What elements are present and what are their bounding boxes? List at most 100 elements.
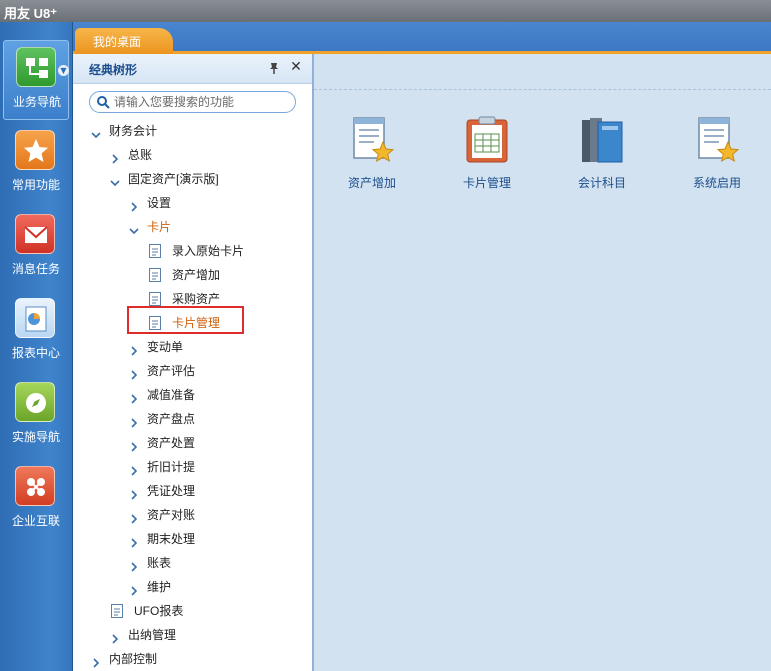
report-chart-icon <box>15 298 55 338</box>
divider <box>314 89 771 90</box>
pin-icon[interactable] <box>267 61 281 75</box>
chevron-down-icon[interactable] <box>110 174 120 186</box>
nav-enterprise-connect[interactable]: 企业互联 <box>3 460 69 540</box>
tree-item-maintenance[interactable]: 维护 <box>129 576 171 596</box>
tree-item-asset-inventory[interactable]: 资产盘点 <box>129 408 195 428</box>
tree-item-label: 资产增加 <box>172 267 221 282</box>
tree-item-settings[interactable]: 设置 <box>129 192 171 212</box>
nav-favorites[interactable]: 常用功能 <box>3 124 69 204</box>
tree-item-asset-evaluation[interactable]: 资产评估 <box>129 360 195 380</box>
tree-item-label: 资产评估 <box>147 363 196 378</box>
document-star-icon <box>348 114 396 166</box>
tree-item-label: 财务会计 <box>109 123 158 138</box>
tree-item-general-ledger[interactable]: 总账 <box>110 144 152 164</box>
tree-item-enter-original-card[interactable]: 录入原始卡片 <box>149 240 244 260</box>
desktop-shortcut-asset-addition[interactable]: 资产增加 <box>326 114 406 194</box>
tree-item-ufo-reports[interactable]: UFO报表 <box>111 600 183 620</box>
tree-item-label: 卡片 <box>147 219 172 234</box>
tree-item-period-end[interactable]: 期末处理 <box>129 528 195 548</box>
left-navigation-bar: ▼ 业务导航 常用功能 消息任务 报表中心 实施导航 企业互联 <box>0 22 73 671</box>
tree-item-label: 卡片管理 <box>172 315 221 330</box>
tree-item-label: 总账 <box>128 147 153 162</box>
chevron-right-icon[interactable] <box>91 654 101 668</box>
chevron-down-icon[interactable]: ▼ <box>58 65 69 76</box>
tree-item-cards[interactable]: 卡片 <box>129 216 171 236</box>
chevron-right-icon[interactable] <box>129 438 139 452</box>
app-title: 用友 U8⁺ <box>4 6 58 21</box>
tree-item-impairment[interactable]: 减值准备 <box>129 384 195 404</box>
nav-label: 常用功能 <box>11 178 60 192</box>
nav-label: 报表中心 <box>11 346 60 360</box>
tree-item-label: 录入原始卡片 <box>172 243 245 258</box>
desktop-shortcut-accounting-subjects[interactable]: 会计科目 <box>556 114 636 194</box>
tree-item-label: 资产对账 <box>147 507 196 522</box>
chevron-right-icon[interactable] <box>129 414 139 428</box>
tree-item-asset-reconciliation[interactable]: 资产对账 <box>129 504 195 524</box>
tree-item-depreciation[interactable]: 折旧计提 <box>129 456 195 476</box>
nav-messages[interactable]: 消息任务 <box>3 208 69 288</box>
desktop-shortcut-system-enable[interactable]: 系统启用 <box>671 114 751 194</box>
chevron-right-icon[interactable] <box>129 462 139 476</box>
chevron-right-icon[interactable] <box>129 366 139 380</box>
tree-item-label: 资产处置 <box>147 435 196 450</box>
document-icon <box>149 291 161 306</box>
tree-item-change-orders[interactable]: 变动单 <box>129 336 183 356</box>
panel-header: 经典树形 ✕ <box>73 54 312 84</box>
tree-item-voucher-processing[interactable]: 凭证处理 <box>129 480 195 500</box>
close-icon[interactable]: ✕ <box>289 59 303 75</box>
nav-business-navigation[interactable]: ▼ 业务导航 <box>3 40 69 120</box>
chevron-right-icon[interactable] <box>129 486 139 500</box>
tree-item-label: 采购资产 <box>172 291 221 306</box>
search-box[interactable] <box>89 91 296 113</box>
nav-label: 实施导航 <box>11 430 60 444</box>
nav-label: 业务导航 <box>12 95 61 109</box>
tab-bar: 我的桌面 <box>73 22 771 54</box>
title-bar: 用友 U8⁺ <box>0 0 771 22</box>
tree-item-account-reports[interactable]: 账表 <box>129 552 171 572</box>
tree-item-label: 减值准备 <box>147 387 196 402</box>
classic-tree-panel: 经典树形 ✕ 财务会计 总账 固定资产[演示版] 设置 卡片 <box>73 54 314 671</box>
compass-icon <box>15 382 55 422</box>
document-icon <box>149 315 161 330</box>
chevron-right-icon[interactable] <box>129 342 139 356</box>
search-input[interactable] <box>114 94 292 110</box>
chevron-down-icon[interactable] <box>129 222 139 234</box>
tree-item-internal-control[interactable]: 内部控制 <box>91 648 157 668</box>
tree-item-label: UFO报表 <box>134 603 184 618</box>
tree-item-card-management[interactable]: 卡片管理 <box>149 312 220 332</box>
desktop-shortcut-label: 资产增加 <box>347 176 396 190</box>
chevron-right-icon[interactable] <box>129 582 139 596</box>
tree-item-asset-addition[interactable]: 资产增加 <box>149 264 220 284</box>
desktop-shortcut-label: 会计科目 <box>577 176 626 190</box>
tree-item-label: 折旧计提 <box>147 459 196 474</box>
enterprise-connect-icon <box>15 466 55 506</box>
desktop-shortcut-card-management[interactable]: 卡片管理 <box>441 114 521 194</box>
chevron-right-icon[interactable] <box>110 630 120 644</box>
clipboard-card-icon <box>463 114 511 166</box>
chevron-down-icon[interactable] <box>91 126 101 138</box>
tree-item-purchase-assets[interactable]: 采购资产 <box>149 288 220 308</box>
chevron-right-icon[interactable] <box>129 510 139 524</box>
chevron-right-icon[interactable] <box>129 390 139 404</box>
tab-my-desktop[interactable]: 我的桌面 <box>75 28 173 54</box>
tree-item-cashier[interactable]: 出纳管理 <box>110 624 176 644</box>
tree-item-financial-accounting[interactable]: 财务会计 <box>91 120 157 140</box>
tree-item-label: 固定资产[演示版] <box>128 171 219 186</box>
chevron-right-icon[interactable] <box>129 198 139 212</box>
document-icon <box>149 267 161 282</box>
tree-item-fixed-assets[interactable]: 固定资产[演示版] <box>110 168 219 188</box>
nav-implementation-guide[interactable]: 实施导航 <box>3 376 69 456</box>
message-envelope-icon <box>15 214 55 254</box>
desktop-shortcut-label: 卡片管理 <box>462 176 511 190</box>
tree-item-label: 资产盘点 <box>147 411 196 426</box>
tree-item-label: 变动单 <box>147 339 184 354</box>
tree-item-label: 账表 <box>147 555 172 570</box>
tree-item-label: 出纳管理 <box>128 627 177 642</box>
chevron-right-icon[interactable] <box>129 534 139 548</box>
tree-item-asset-disposal[interactable]: 资产处置 <box>129 432 195 452</box>
chevron-right-icon[interactable] <box>129 558 139 572</box>
panel-title: 经典树形 <box>89 63 138 77</box>
nav-report-center[interactable]: 报表中心 <box>3 292 69 372</box>
chevron-right-icon[interactable] <box>110 150 120 164</box>
nav-label: 企业互联 <box>11 514 60 528</box>
